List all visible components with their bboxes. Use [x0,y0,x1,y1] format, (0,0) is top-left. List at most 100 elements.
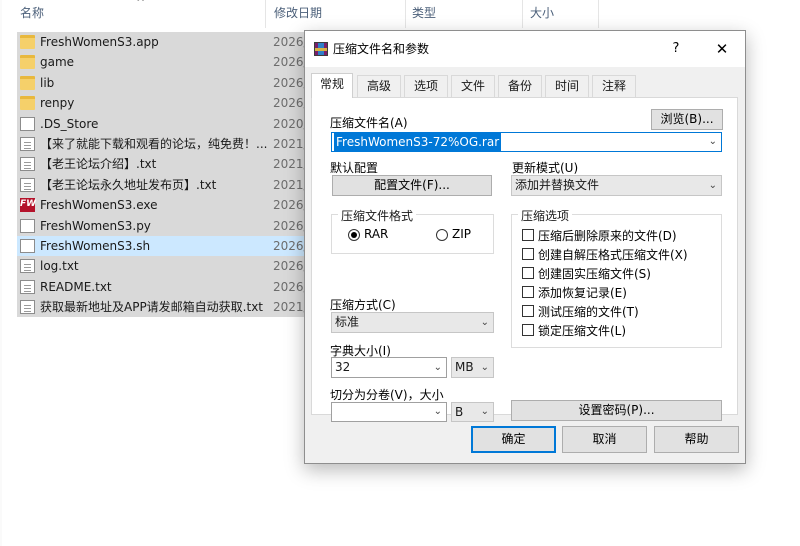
column-divider[interactable] [405,0,406,28]
dialog-title: 压缩文件名和参数 [333,42,430,56]
rar-label[interactable]: RAR [364,227,388,241]
folder-icon [20,35,35,49]
solid-label[interactable]: 创建固实压缩文件(S) [538,265,651,282]
file-modified-date: 2021/ [273,177,308,192]
file-name: game [40,55,75,70]
archive-name-value: FreshWomenS3-72%OG.rar [334,133,502,151]
file-row[interactable]: FreshWomenS3.py 2026/ [17,215,317,236]
file-row[interactable]: 【老王论坛介绍】.txt 2021/ [17,154,317,175]
zip-label[interactable]: ZIP [452,227,471,241]
file-row[interactable]: lib 2026/ [17,72,317,94]
cancel-button[interactable]: 取消 [562,426,647,453]
file-row[interactable]: 【老王论坛永久地址发布页】.txt 2021/ [17,174,317,196]
lock-archive-label[interactable]: 锁定压缩文件(L) [538,322,626,339]
file-name: 【来了就能下载和观看的论坛，纯免费！... [40,136,268,151]
column-header-modified[interactable]: 修改日期 [272,0,402,28]
column-divider[interactable] [522,0,523,28]
update-mode-value: 添加并替换文件 [515,178,600,192]
chevron-down-icon: ⌄ [480,362,489,373]
recovery-record-label[interactable]: 添加恢复记录(E) [538,284,627,301]
file-icon [20,116,35,131]
split-volumes-input[interactable]: ⌄ [331,402,447,422]
tab-time[interactable]: 时间 [545,75,589,97]
column-header-size[interactable]: 大小 [528,0,598,28]
file-row[interactable]: FW FreshWomenS3.exe 2026/ [17,195,317,216]
browse-button[interactable]: 浏览(B)... [651,109,723,130]
help-icon[interactable]: ? [661,37,691,61]
file-modified-date: 2026/ [273,55,308,70]
recovery-record-checkbox[interactable] [522,286,534,298]
dictionary-unit-select[interactable]: MB ⌄ [451,357,494,378]
file-name: FreshWomenS3.exe [40,198,158,213]
lock-archive-checkbox[interactable] [522,324,534,336]
split-unit-select[interactable]: B ⌄ [451,402,494,422]
file-modified-date: 2026/ [273,75,308,90]
file-modified-date: 2021/ [273,157,308,172]
winrar-icon [314,42,328,56]
file-row[interactable]: 获取最新地址及APP请发邮箱自动获取.txt 2021/ [17,297,317,318]
set-password-button[interactable]: 设置密码(P)... [511,400,722,421]
test-files-label[interactable]: 测试压缩的文件(T) [538,303,639,320]
dictionary-size-value: 32 [335,360,351,374]
tab-advanced[interactable]: 高级 [357,75,401,97]
archive-dialog: 压缩文件名和参数 ? ✕ 常规 高级 选项 文件 备份 时间 注释 压缩文件名(… [304,30,746,464]
file-list: FreshWomenS3.app 2026/game 2026/lib 2026/re… [17,32,317,318]
chevron-down-icon: ⌄ [480,406,489,417]
file-modified-date: 2026/ [273,238,308,253]
file-name: 【老王论坛介绍】.txt [40,157,157,172]
split-volumes-label: 切分为分卷(V)，大小 [330,388,444,402]
file-name: FreshWomenS3.py [40,218,151,233]
tab-comment[interactable]: 注释 [592,75,636,97]
file-row[interactable]: README.txt 2026/ [17,276,317,298]
compression-method-label: 压缩方式(C) [330,298,396,312]
chevron-down-icon: ⌄ [480,317,489,328]
ok-button[interactable]: 确定 [471,426,556,453]
folder-icon [20,55,35,70]
zip-radio[interactable] [436,229,448,241]
chevron-down-icon[interactable]: ⌄ [709,133,717,151]
file-modified-date: 2026/ [273,35,308,49]
text-file-icon [20,136,35,151]
solid-checkbox[interactable] [522,267,534,279]
compression-method-select[interactable]: 标准 ⌄ [331,312,494,333]
test-files-checkbox[interactable] [522,305,534,317]
sfx-label[interactable]: 创建自解压格式压缩文件(X) [538,246,688,263]
file-row[interactable]: log.txt 2026/ [17,256,317,277]
column-header-type[interactable]: 类型 [410,0,520,28]
column-headers: ^ 名称 修改日期 类型 大小 [0,0,600,28]
archive-name-input[interactable]: FreshWomenS3-72%OG.rar ⌄ [331,132,722,152]
file-row[interactable]: FreshWomenS3.app 2026/ [17,32,317,53]
folder-icon [20,75,35,90]
file-row[interactable]: renpy 2026/ [17,93,317,114]
file-modified-date: 2026/ [273,218,308,233]
column-divider[interactable] [265,0,266,28]
column-header-name[interactable]: 名称 [18,0,263,28]
delete-after-label[interactable]: 压缩后删除原来的文件(D) [538,227,677,244]
file-row[interactable]: game 2026/ [17,52,317,73]
column-divider[interactable] [598,0,599,28]
update-mode-label: 更新模式(U) [512,161,579,175]
file-row[interactable]: .DS_Store 2020/ [17,113,317,134]
compression-method-value: 标准 [335,315,360,329]
file-row[interactable]: 【来了就能下载和观看的论坛，纯免费！... 2021/ [17,133,317,155]
text-file-icon [20,157,35,172]
rar-radio[interactable] [348,229,360,241]
delete-after-checkbox[interactable] [522,229,534,241]
profiles-button[interactable]: 配置文件(F)... [332,175,492,196]
file-row[interactable]: FreshWomenS3.sh 2026/ [17,235,317,257]
dialog-titlebar[interactable]: 压缩文件名和参数 ? ✕ [305,31,745,67]
file-name: FreshWomenS3.app [40,35,159,49]
sfx-checkbox[interactable] [522,248,534,260]
tab-options[interactable]: 选项 [404,75,448,97]
help-button[interactable]: 帮助 [654,426,739,453]
tab-files[interactable]: 文件 [451,75,495,97]
dictionary-size-select[interactable]: 32 ⌄ [331,357,447,378]
text-file-icon [20,177,35,192]
dictionary-unit-value: MB [455,360,474,374]
file-name: .DS_Store [40,116,99,131]
close-icon[interactable]: ✕ [705,37,739,61]
tab-backup[interactable]: 备份 [498,75,542,97]
update-mode-select[interactable]: 添加并替换文件 ⌄ [511,175,722,196]
tab-general[interactable]: 常规 [311,73,353,98]
file-modified-date: 2021/ [273,300,308,315]
